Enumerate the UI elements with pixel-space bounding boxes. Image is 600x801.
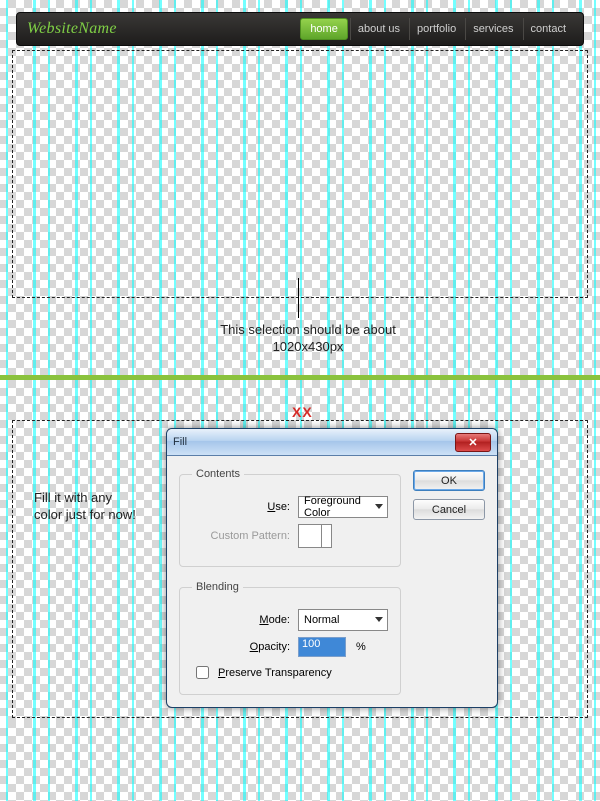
site-logo: WebsiteName: [27, 20, 117, 38]
use-value: Foreground Color: [304, 495, 382, 519]
chevron-down-icon: [372, 613, 385, 626]
nav-services[interactable]: services: [465, 18, 520, 40]
dialog-titlebar[interactable]: Fill ✕: [167, 429, 497, 456]
preserve-checkbox-input[interactable]: [196, 666, 209, 679]
opacity-input[interactable]: 100: [298, 637, 346, 657]
preserve-label: Preserve Transparency: [218, 667, 332, 679]
nav-about[interactable]: about us: [350, 18, 407, 40]
cancel-button[interactable]: Cancel: [413, 499, 485, 520]
annotation-red-xx: XX: [292, 404, 313, 420]
canvas-zone-top: [0, 0, 600, 375]
nav-portfolio[interactable]: portfolio: [409, 18, 463, 40]
custom-pattern-label: Custom Pattern:: [192, 530, 292, 542]
mode-value: Normal: [304, 614, 339, 626]
preserve-transparency-checkbox[interactable]: Preserve Transparency: [192, 663, 388, 682]
chevron-down-icon: [372, 500, 385, 513]
fill-dialog: Fill ✕ Contents Use: Foreground Color: [166, 428, 498, 708]
mode-label: Mode:: [192, 614, 292, 626]
use-label: Use:: [192, 501, 292, 513]
canvas-zone-bottom: [0, 720, 600, 801]
opacity-unit: %: [356, 641, 366, 653]
ok-button[interactable]: OK: [413, 470, 485, 491]
cursor-caret: [298, 278, 299, 318]
close-button[interactable]: ✕: [455, 433, 491, 452]
custom-pattern-swatch: [298, 524, 332, 548]
close-icon: ✕: [468, 436, 477, 449]
annotation-selection-size: This selection should be about 1020x430p…: [188, 322, 428, 356]
opacity-label: Opacity:: [192, 641, 292, 653]
nav-home[interactable]: home: [300, 18, 348, 40]
blending-legend: Blending: [192, 581, 243, 593]
contents-group: Contents Use: Foreground Color Custom Pa…: [179, 468, 401, 567]
blending-group: Blending Mode: Normal Opacity: 100 %: [179, 581, 401, 695]
use-combobox[interactable]: Foreground Color: [298, 496, 388, 518]
nav-contact[interactable]: contact: [523, 18, 573, 40]
dialog-title: Fill: [173, 436, 187, 448]
contents-legend: Contents: [192, 468, 244, 480]
design-header: WebsiteName home about us portfolio serv…: [16, 12, 584, 46]
mode-combobox[interactable]: Normal: [298, 609, 388, 631]
nav-bar: home about us portfolio services contact: [300, 18, 573, 40]
annotation-fill-hint: Fill it with any color just for now!: [34, 490, 142, 524]
